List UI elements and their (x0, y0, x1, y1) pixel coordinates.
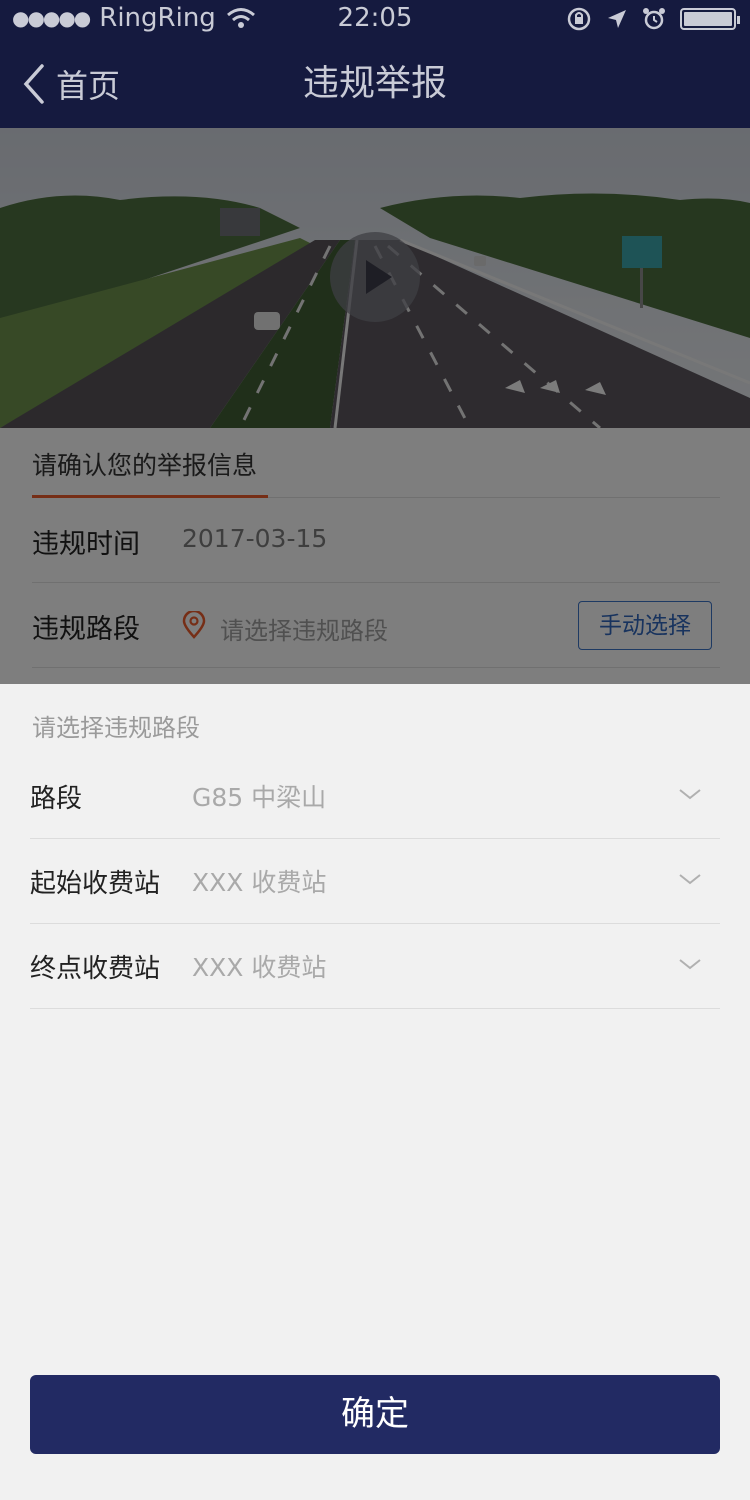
end-toll-station-select[interactable]: 终点收费站 XXX 收费站 (30, 924, 720, 1009)
location-arrow-icon (608, 10, 626, 28)
alarm-icon (643, 8, 665, 30)
page-title: 违规举报 (302, 63, 447, 104)
start-toll-station-select[interactable]: 起始收费站 XXX 收费站 (30, 839, 720, 924)
sheet-title: 请选择违规路段 (32, 714, 200, 742)
modal-overlay[interactable] (0, 128, 750, 684)
confirm-button[interactable]: 确定 (30, 1375, 720, 1454)
end-toll-station-label: 终点收费站 (30, 954, 161, 984)
chevron-down-icon (679, 959, 701, 970)
road-segment-select[interactable]: 路段 G85 中梁山 (30, 754, 720, 839)
battery-icon (680, 8, 740, 30)
end-toll-station-value: XXX 收费站 (192, 953, 327, 982)
chevron-down-icon (679, 789, 701, 800)
road-select-sheet: 请选择违规路段 路段 G85 中梁山 起始收费站 XXX 收费站 终点收费站 X… (0, 684, 750, 1500)
status-bar: ●●●●● RingRing 22:05 (0, 0, 750, 40)
nav-bar: 首页 违规举报 (0, 40, 750, 128)
start-toll-station-label: 起始收费站 (30, 869, 161, 899)
chevron-down-icon (679, 874, 701, 885)
start-toll-station-value: XXX 收费站 (192, 868, 327, 897)
rotation-lock-icon (567, 7, 591, 31)
status-right (566, 6, 740, 32)
road-segment-label: 路段 (30, 784, 83, 814)
road-segment-value: G85 中梁山 (192, 783, 327, 812)
